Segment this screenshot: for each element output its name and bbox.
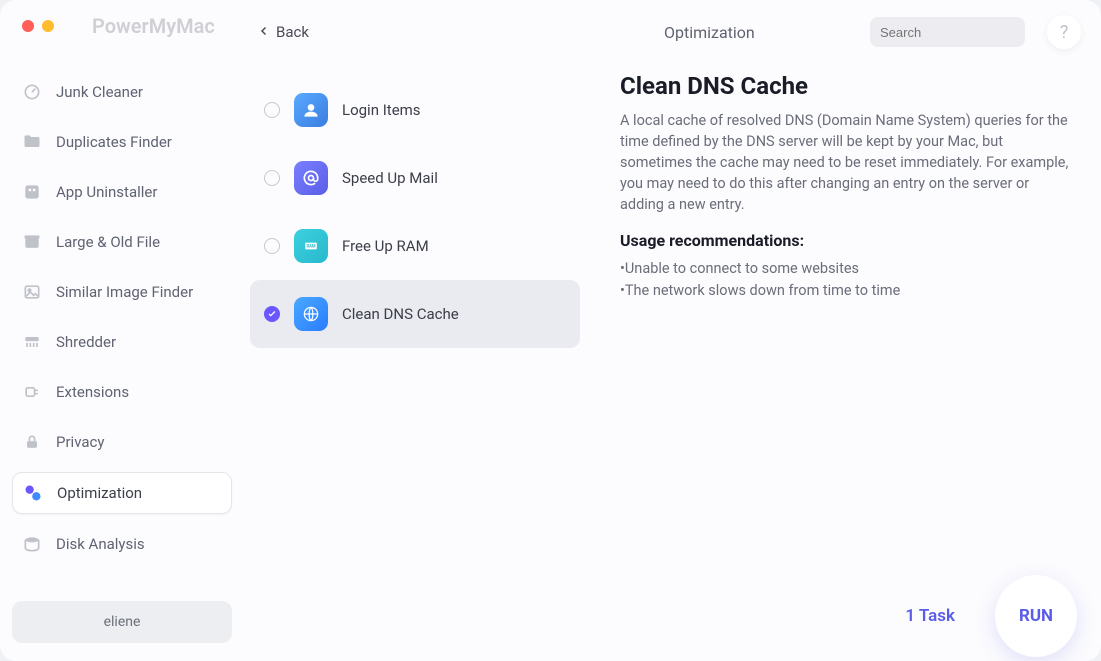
sidebar-item-label: Junk Cleaner (56, 83, 143, 101)
sidebar-item-duplicates-finder[interactable]: Duplicates Finder (12, 122, 232, 162)
sidebar-item-shredder[interactable]: Shredder (12, 322, 232, 362)
task-count: 1 Task (905, 606, 955, 626)
usage-recommendations-title: Usage recommendations: (620, 231, 1073, 250)
sidebar-nav: Junk Cleaner Duplicates Finder App Unins… (0, 44, 244, 601)
svg-text:RAM: RAM (306, 245, 315, 250)
sidebar-item-label: Disk Analysis (56, 535, 145, 553)
folder-icon (22, 132, 42, 152)
app-title: PowerMyMac (92, 14, 215, 38)
option-label: Clean DNS Cache (342, 305, 459, 323)
plug-icon (22, 382, 42, 402)
person-icon (294, 93, 328, 127)
main-panel: Back Optimization ? Login Ite (244, 0, 1101, 661)
sidebar-item-extensions[interactable]: Extensions (12, 372, 232, 412)
sidebar-item-optimization[interactable]: Optimization (12, 472, 232, 514)
image-icon (22, 282, 42, 302)
sidebar-item-label: Large & Old File (56, 233, 160, 251)
sidebar-item-large-old-file[interactable]: Large & Old File (12, 222, 232, 262)
detail-title: Clean DNS Cache (620, 72, 1073, 100)
sidebar-item-privacy[interactable]: Privacy (12, 422, 232, 462)
bullet-item: Unable to connect to some websites (625, 260, 859, 277)
archive-icon (22, 232, 42, 252)
sidebar-item-junk-cleaner[interactable]: Junk Cleaner (12, 72, 232, 112)
optimization-icon (23, 483, 43, 503)
sidebar-item-label: Privacy (56, 433, 104, 451)
lock-icon (22, 432, 42, 452)
help-button[interactable]: ? (1047, 15, 1081, 49)
sidebar-item-label: Similar Image Finder (56, 283, 193, 301)
shredder-icon (22, 332, 42, 352)
sidebar-item-similar-image-finder[interactable]: Similar Image Finder (12, 272, 232, 312)
disk-icon (22, 534, 42, 554)
radio-unchecked[interactable] (264, 102, 280, 118)
option-login-items[interactable]: Login Items (250, 76, 580, 144)
sidebar-item-label: Shredder (56, 333, 116, 351)
run-button[interactable]: RUN (995, 575, 1077, 657)
sidebar-item-app-uninstaller[interactable]: App Uninstaller (12, 172, 232, 212)
run-label: RUN (1019, 606, 1053, 626)
sidebar-item-label: Extensions (56, 383, 129, 401)
gauge-icon (22, 82, 42, 102)
sidebar-item-label: Duplicates Finder (56, 133, 172, 151)
option-speed-up-mail[interactable]: Speed Up Mail (250, 144, 580, 212)
app-grid-icon (22, 182, 42, 202)
account-username: eliene (104, 614, 141, 630)
option-free-up-ram[interactable]: RAM Free Up RAM (250, 212, 580, 280)
breadcrumb: Optimization (664, 23, 755, 42)
option-clean-dns-cache[interactable]: Clean DNS Cache (250, 280, 580, 348)
dns-icon (294, 297, 328, 331)
sidebar-item-label: App Uninstaller (56, 183, 157, 201)
app-window: PowerMyMac Junk Cleaner Duplicates Finde… (0, 0, 1101, 661)
option-label: Speed Up Mail (342, 169, 438, 187)
detail-description: A local cache of resolved DNS (Domain Na… (620, 110, 1073, 215)
radio-unchecked[interactable] (264, 238, 280, 254)
search-input[interactable] (880, 25, 1056, 40)
minimize-window-button[interactable] (42, 20, 54, 32)
account-chip[interactable]: eliene (12, 601, 232, 643)
at-icon (294, 161, 328, 195)
topbar: Back Optimization ? (250, 12, 1081, 52)
close-window-button[interactable] (22, 20, 34, 32)
radio-checked[interactable] (264, 306, 280, 322)
help-icon: ? (1060, 22, 1069, 43)
optimization-options: Login Items Speed Up Mail RAM Free Up RA… (250, 68, 580, 661)
sidebar-item-label: Optimization (57, 484, 142, 502)
chevron-left-icon (258, 23, 270, 41)
usage-bullets: •Unable to connect to some websites •The… (620, 258, 1073, 302)
bullet-item: The network slows down from time to time (625, 282, 900, 299)
sidebar-item-disk-analysis[interactable]: Disk Analysis (12, 524, 232, 564)
footer: 1 Task RUN (905, 571, 1101, 661)
search-field[interactable] (870, 17, 1025, 47)
radio-unchecked[interactable] (264, 170, 280, 186)
window-controls: PowerMyMac (0, 12, 244, 44)
option-label: Free Up RAM (342, 237, 429, 255)
option-label: Login Items (342, 101, 421, 119)
sidebar: PowerMyMac Junk Cleaner Duplicates Finde… (0, 0, 244, 661)
back-button[interactable]: Back (250, 23, 317, 41)
back-label: Back (276, 23, 309, 41)
ram-icon: RAM (294, 229, 328, 263)
